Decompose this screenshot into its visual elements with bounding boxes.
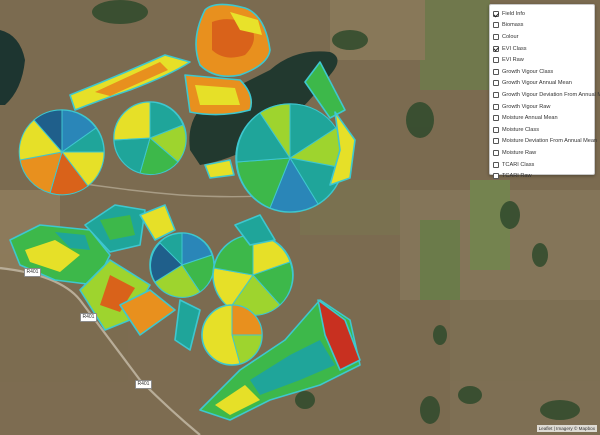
layer-option-growth-vigour-raw[interactable]: Growth Vigour Raw	[493, 101, 594, 113]
layer-option-field-info[interactable]: Field Info	[493, 8, 594, 20]
layer-checkbox[interactable]	[493, 115, 499, 122]
layer-option-growth-vigour-annual-mean[interactable]: Growth Vigour Annual Mean	[493, 78, 594, 90]
layer-label: Moisture Annual Mean	[502, 115, 558, 122]
layer-option-moisture-annual-mean[interactable]: Moisture Annual Mean	[493, 112, 594, 124]
layer-option-moisture-raw[interactable]: Moisture Raw	[493, 147, 594, 159]
layer-label: Growth Vigour Annual Mean	[502, 80, 572, 87]
layer-checkbox[interactable]	[493, 91, 499, 98]
layer-option-tcari-raw[interactable]: TCARI Raw	[493, 170, 594, 182]
layer-checkbox[interactable]	[493, 126, 499, 133]
layer-label: Field Info	[502, 10, 526, 17]
layer-control-panel: Field Info Biomass Colour EVI Class EVI Raw G…	[489, 4, 600, 180]
layer-option-evi-raw[interactable]: EVI Raw	[493, 54, 594, 66]
layer-checkbox[interactable]	[493, 10, 499, 17]
road-label: R401	[24, 268, 41, 277]
layer-label: TCARI Class	[502, 161, 535, 168]
layer-checkbox[interactable]	[493, 173, 499, 180]
layer-checkbox[interactable]	[493, 161, 499, 168]
layer-checkbox[interactable]	[493, 103, 499, 110]
layer-checkbox[interactable]	[493, 138, 499, 145]
layer-label: Moisture Raw	[502, 149, 537, 156]
layer-option-growth-vigour-deviation-from-annual-mean[interactable]: Growth Vigour Deviation From Annual Mean	[493, 89, 600, 101]
layer-checkbox[interactable]	[493, 33, 499, 40]
road-label: R401	[135, 380, 152, 389]
layer-label: Growth Vigour Raw	[502, 103, 551, 110]
layer-checkbox[interactable]	[493, 45, 499, 52]
layer-label: TCARI Raw	[502, 173, 532, 180]
layer-label: Moisture Class	[502, 126, 539, 133]
layer-checkbox[interactable]	[493, 80, 499, 87]
layer-label: Biomass	[502, 22, 524, 29]
layer-option-colour[interactable]: Colour	[493, 31, 594, 43]
layer-label: Growth Vigour Class	[502, 68, 554, 75]
layer-label: Moisture Deviation From Annual Mean	[502, 138, 598, 145]
layer-checkbox[interactable]	[493, 68, 499, 75]
layer-option-tcari-class[interactable]: TCARI Class	[493, 159, 594, 171]
layer-checkbox[interactable]	[493, 22, 499, 29]
map-attribution[interactable]: Leaflet | Imagery © Mapbox	[536, 425, 597, 432]
layer-option-evi-class[interactable]: EVI Class	[493, 43, 594, 55]
layer-checkbox[interactable]	[493, 57, 499, 64]
layer-label: Colour	[502, 33, 519, 40]
layer-label: EVI Class	[502, 45, 527, 52]
road-label: R401	[80, 313, 97, 322]
layer-label: Growth Vigour Deviation From Annual Mean	[502, 91, 600, 98]
layer-option-moisture-class[interactable]: Moisture Class	[493, 124, 594, 136]
layer-option-biomass[interactable]: Biomass	[493, 20, 594, 32]
layer-label: EVI Raw	[502, 57, 524, 64]
layer-option-growth-vigour-class[interactable]: Growth Vigour Class	[493, 66, 594, 78]
layer-option-moisture-deviation-from-annual-mean[interactable]: Moisture Deviation From Annual Mean	[493, 136, 598, 148]
layer-checkbox[interactable]	[493, 149, 499, 156]
